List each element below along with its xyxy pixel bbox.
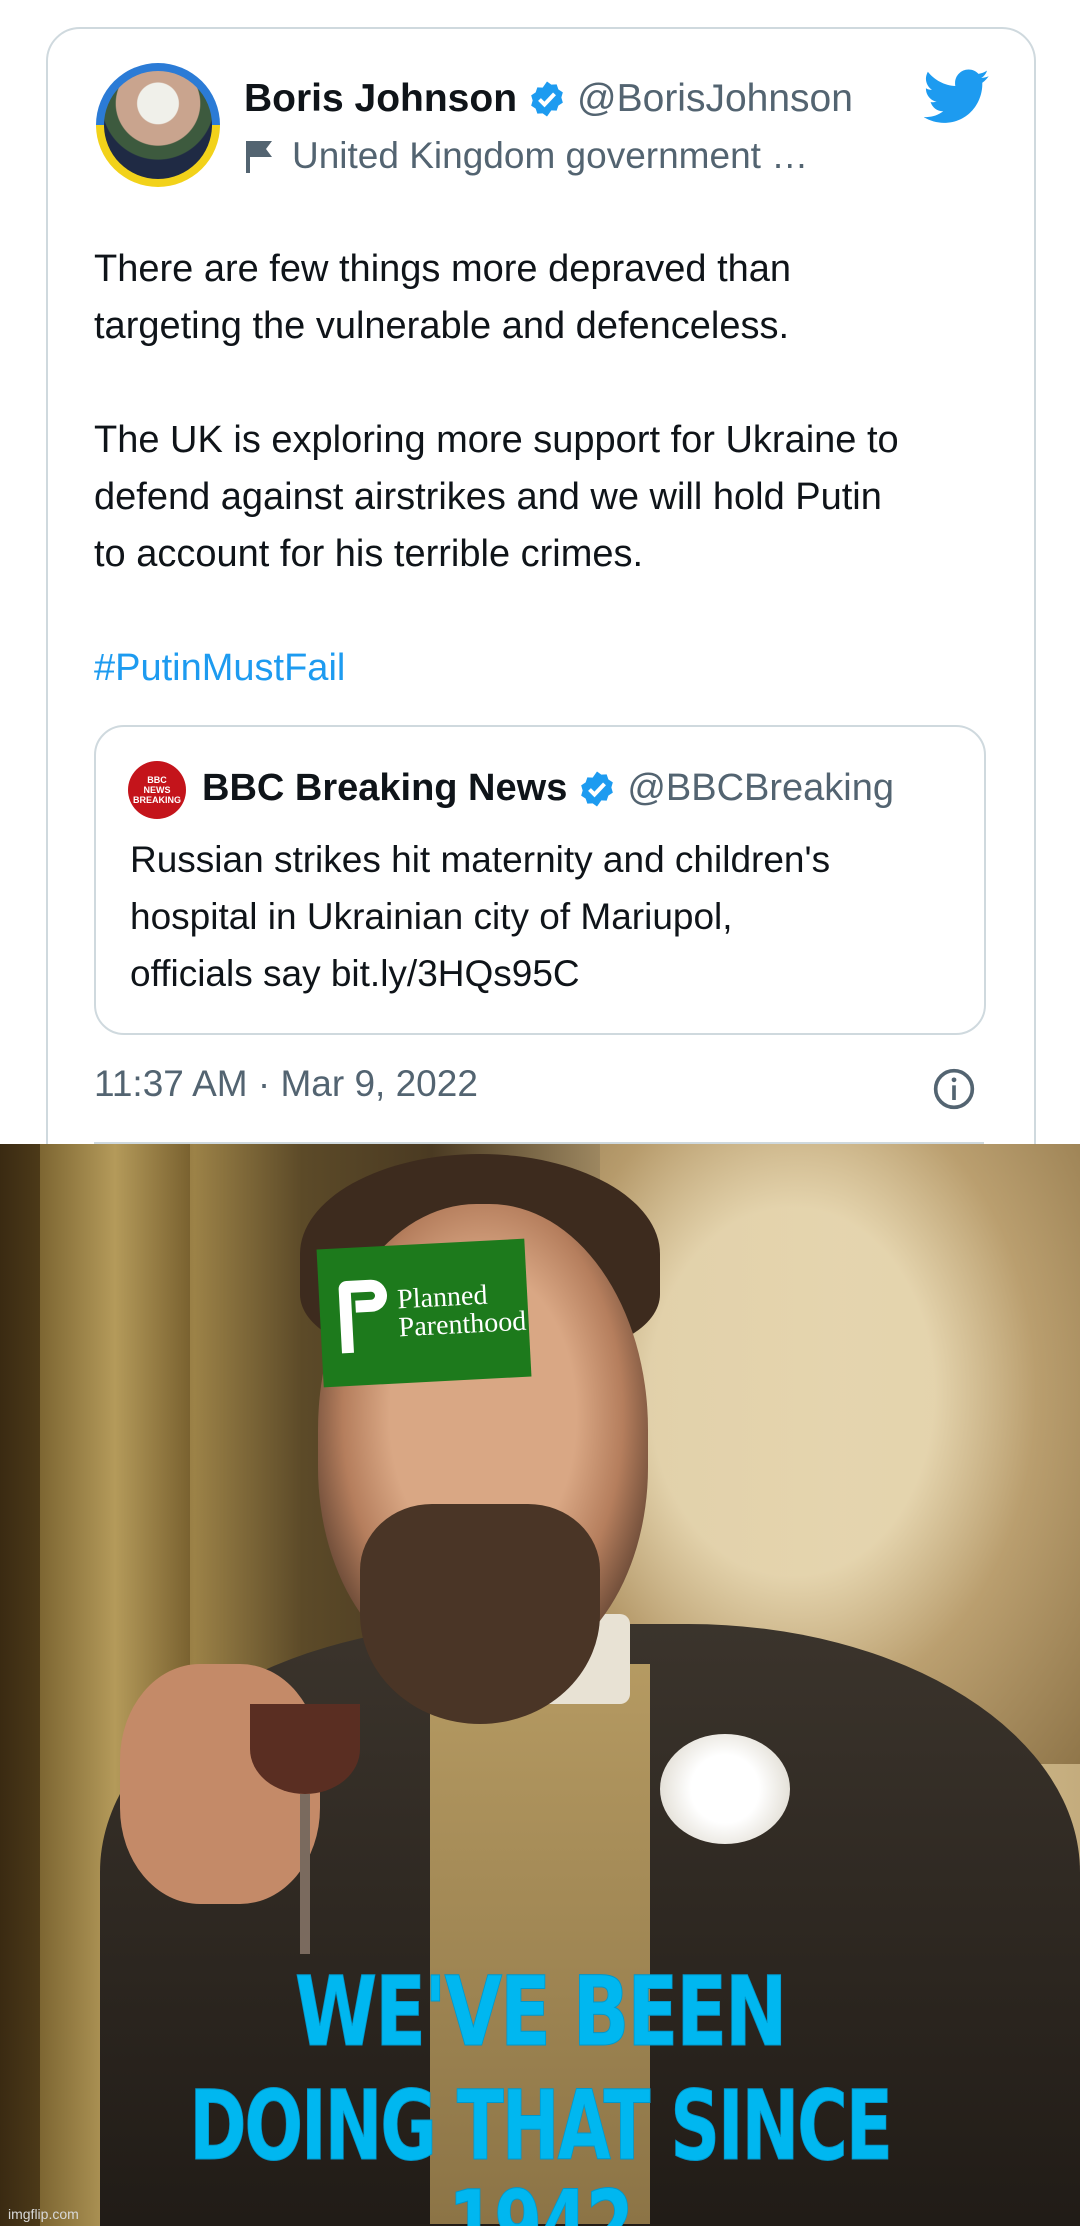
flag-icon: [246, 141, 272, 173]
watermark: imgflip.com: [8, 2206, 79, 2222]
avatar-photo: [104, 71, 212, 179]
tweet-text-line: There are few things more depraved than: [94, 248, 792, 290]
beard: [360, 1504, 600, 1724]
quote-author-name: BBC Breaking News: [202, 767, 568, 809]
quote-author-handle: @BBCBreaking: [627, 767, 895, 809]
planned-parenthood-logo: Planned Parenthood: [316, 1238, 532, 1388]
affiliation-label: United Kingdom government …: [292, 135, 809, 176]
author-name[interactable]: Boris Johnson: [244, 77, 517, 121]
tweet-text-line: targeting the vulnerable and defenceless…: [94, 305, 790, 347]
tweet-panel: Boris Johnson @BorisJohnson United Kingd…: [0, 0, 1080, 1144]
hashtag-link[interactable]: #PutinMustFail: [94, 640, 994, 697]
author-row: Boris Johnson @BorisJohnson: [244, 77, 853, 121]
tweet-card: Boris Johnson @BorisJohnson United Kingd…: [46, 27, 1036, 1144]
carnation: [660, 1734, 790, 1844]
tweet-timestamp[interactable]: 11:37 AM · Mar 9, 2022: [94, 1063, 478, 1105]
quote-body: Russian strikes hit maternity and childr…: [130, 831, 960, 1002]
quote-text-line: officials say bit.ly/3HQs95C: [130, 953, 580, 994]
wine-glass: [250, 1704, 360, 1794]
quote-text-line: hospital in Ukrainian city of Mariupol,: [130, 896, 733, 937]
tweet-text-line: defend against airstrikes and we will ho…: [94, 476, 882, 518]
quote-author-row: BBC Breaking News @BBCBreaking: [202, 767, 894, 810]
verified-badge-icon: [581, 771, 614, 806]
info-icon[interactable]: [932, 1067, 976, 1111]
affiliation-row: United Kingdom government …: [244, 135, 808, 177]
bbc-news-logo: BBC NEWS BREAKING: [128, 761, 186, 819]
author-handle[interactable]: @BorisJohnson: [577, 77, 853, 121]
twitter-bird-icon[interactable]: [924, 69, 990, 125]
tweet-text-line: The UK is exploring more support for Ukr…: [94, 419, 899, 461]
quote-text-line: Russian strikes hit maternity and childr…: [130, 839, 831, 880]
logo-text-line: Parenthood: [397, 1305, 527, 1344]
tweet-text-line: to account for his terrible crimes.: [94, 533, 644, 575]
quoted-tweet[interactable]: BBC NEWS BREAKING BBC Breaking News @BBC…: [94, 725, 986, 1035]
avatar[interactable]: [96, 63, 220, 187]
pp-mark-icon: [338, 1279, 388, 1354]
caption-line: DOING THAT SINCE 1942: [189, 2070, 893, 2226]
meme-image: Planned Parenthood WE'VE BEEN DOING THAT…: [0, 1144, 1080, 2226]
caption-line: WE'VE BEEN: [294, 1956, 788, 2068]
glass-stem: [300, 1794, 310, 1954]
verified-badge-icon: [531, 81, 563, 117]
tweet-body: There are few things more depraved than …: [94, 241, 994, 697]
